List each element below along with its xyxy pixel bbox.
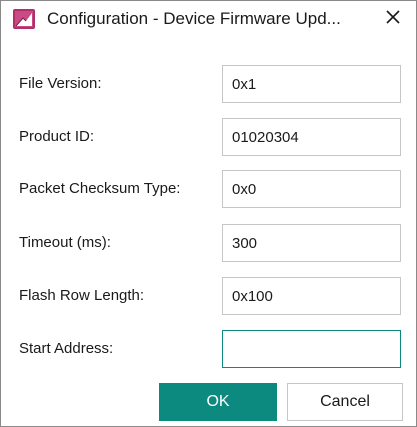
cancel-button[interactable]: Cancel [287,383,403,421]
start-address-input[interactable] [222,330,401,368]
field-row-start-address: Start Address: [1,330,416,368]
close-button[interactable] [378,5,408,33]
checksum-type-label: Packet Checksum Type: [19,180,181,197]
timeout-input[interactable] [222,224,401,262]
ok-button[interactable]: OK [159,383,277,421]
product-id-label: Product ID: [19,128,95,145]
start-address-label: Start Address: [19,340,114,357]
field-row-file-version: File Version: [1,65,416,103]
flash-row-length-label: Flash Row Length: [19,287,145,304]
file-version-input[interactable] [222,65,401,103]
product-id-input[interactable] [222,118,401,156]
checksum-type-input[interactable] [222,170,401,208]
field-row-product-id: Product ID: [1,118,416,156]
close-icon [385,9,401,30]
config-dialog: Configuration - Device Firmware Upd... F… [0,0,417,427]
flash-row-length-input[interactable] [222,277,401,315]
title-bar[interactable]: Configuration - Device Firmware Upd... [1,1,416,39]
field-row-timeout: Timeout (ms): [1,224,416,262]
field-row-checksum-type: Packet Checksum Type: [1,170,416,208]
field-row-flash-row-length: Flash Row Length: [1,277,416,315]
window-title: Configuration - Device Firmware Upd... [47,9,341,28]
timeout-label: Timeout (ms): [19,234,111,251]
file-version-label: File Version: [19,75,102,92]
firmware-app-icon [13,9,35,29]
